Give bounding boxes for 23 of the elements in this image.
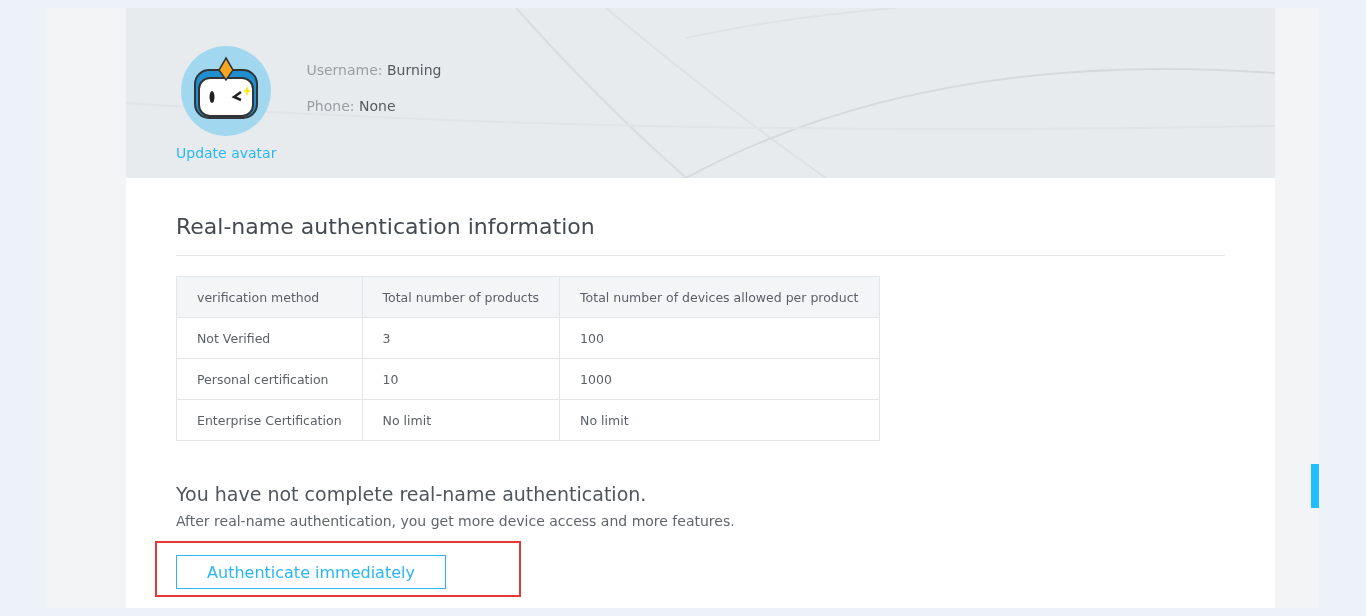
table-cell: 3 <box>362 317 560 359</box>
table-cell: No limit <box>362 399 560 441</box>
phone-label: Phone: <box>306 98 355 114</box>
notice-text: After real-name authentication, you get more device access and more features. <box>176 513 736 529</box>
column-header: Total number of products <box>362 276 560 318</box>
table-cell: Not Verified <box>176 317 363 359</box>
update-avatar-link[interactable]: Update avatar <box>176 145 277 161</box>
avatar-icon <box>181 46 272 136</box>
phone-value: None <box>358 98 396 114</box>
table-cell: No limit <box>559 399 879 441</box>
table-cell: Personal certification <box>176 358 363 400</box>
notice-title: You have not complete real-name authentication. <box>176 483 648 505</box>
username-value: Burning <box>386 62 442 78</box>
username-label: Username: <box>306 62 383 78</box>
section-title: Real-name authentication information <box>176 214 1225 256</box>
scroll-thumb[interactable] <box>1311 464 1319 508</box>
table-cell: 100 <box>559 317 879 359</box>
table-cell: 1000 <box>559 358 879 400</box>
table-cell: Enterprise Certification <box>176 399 363 441</box>
authenticate-button[interactable]: Authenticate immediately <box>176 555 446 589</box>
table-cell: 10 <box>362 358 560 400</box>
column-header: Total number of devices allowed per product <box>559 276 879 318</box>
column-header: verification method <box>176 276 363 318</box>
